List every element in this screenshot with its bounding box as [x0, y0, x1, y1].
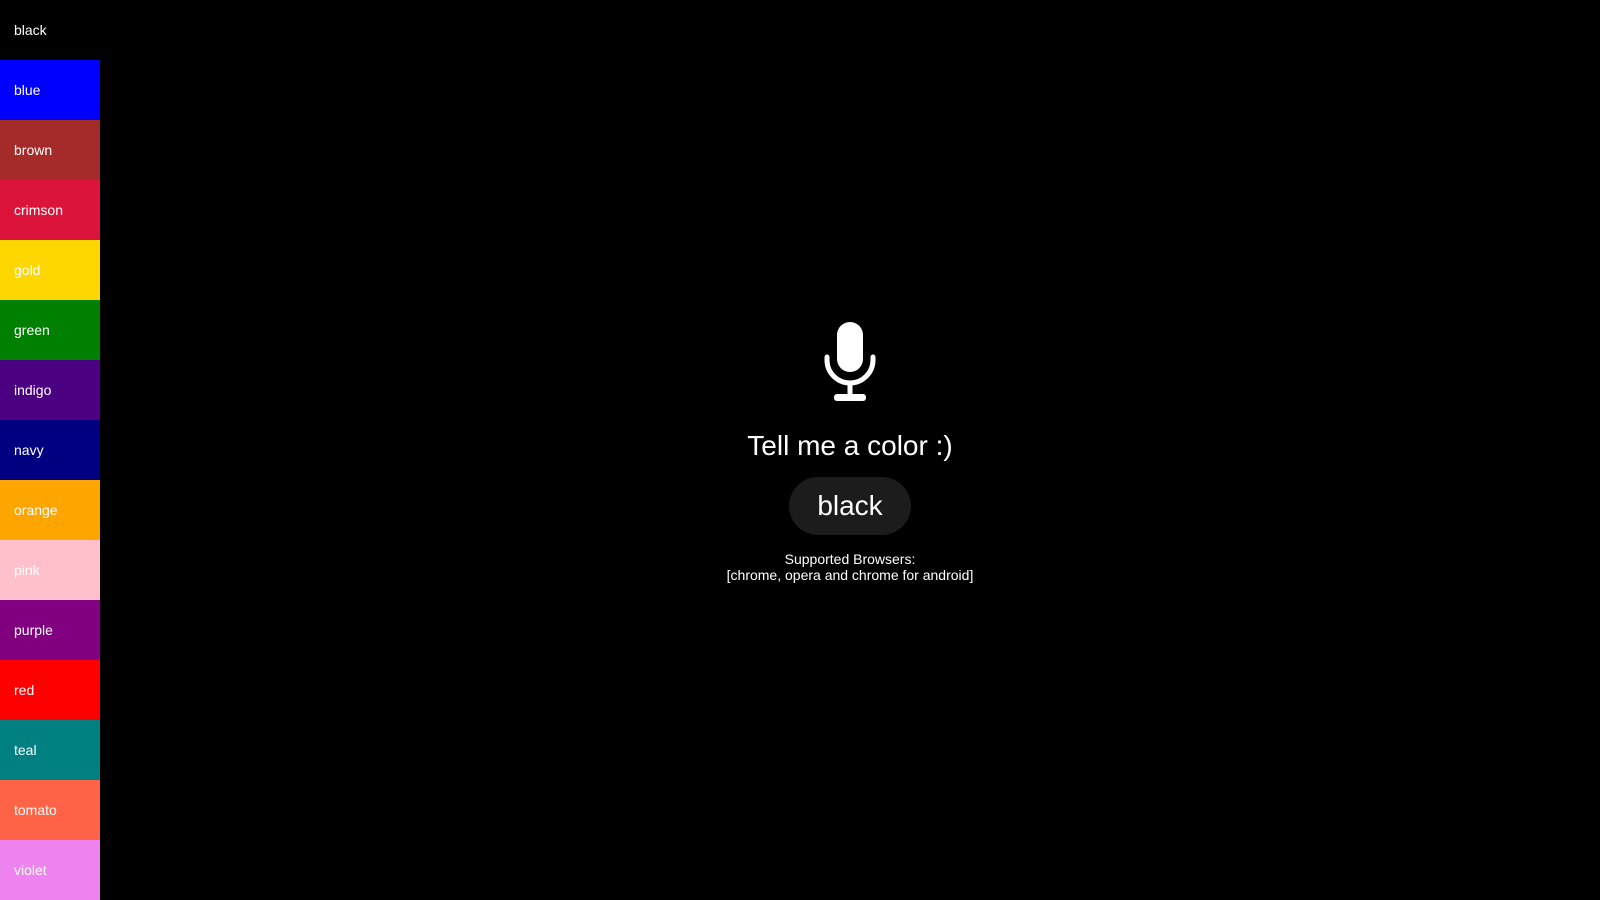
- color-swatch-gold[interactable]: gold: [0, 240, 100, 300]
- color-swatch-crimson[interactable]: crimson: [0, 180, 100, 240]
- swatch-label: red: [14, 682, 35, 698]
- swatch-label: green: [14, 322, 50, 338]
- color-swatch-teal[interactable]: teal: [0, 720, 100, 780]
- swatch-label: indigo: [14, 382, 52, 398]
- color-swatch-pink[interactable]: pink: [0, 540, 100, 600]
- swatch-label: pink: [14, 562, 40, 578]
- swatch-label: teal: [14, 742, 37, 758]
- main-area: Tell me a color :) black Supported Brows…: [100, 0, 1600, 900]
- supported-browsers-label: Supported Browsers:: [784, 551, 916, 567]
- swatch-label: orange: [14, 502, 58, 518]
- swatch-label: violet: [14, 862, 47, 878]
- color-swatch-indigo[interactable]: indigo: [0, 360, 100, 420]
- swatch-label: tomato: [14, 802, 57, 818]
- color-swatch-purple[interactable]: purple: [0, 600, 100, 660]
- prompt-text: Tell me a color :): [747, 430, 953, 461]
- swatch-label: blue: [14, 82, 41, 98]
- swatch-label: crimson: [14, 202, 64, 218]
- color-swatch-blue[interactable]: blue: [0, 60, 100, 120]
- swatch-label: gold: [14, 262, 41, 278]
- recognized-color-display: black: [789, 477, 911, 535]
- color-swatch-violet[interactable]: violet: [0, 840, 100, 900]
- color-swatch-black[interactable]: black: [0, 0, 100, 60]
- swatch-label: navy: [14, 442, 44, 458]
- swatch-label: brown: [14, 142, 53, 158]
- color-sidebar: black blue brown crimson gold green indi…: [0, 0, 100, 900]
- color-swatch-tomato[interactable]: tomato: [0, 780, 100, 840]
- voice-panel: Tell me a color :) black Supported Brows…: [100, 322, 1600, 583]
- color-swatch-red[interactable]: red: [0, 660, 100, 720]
- supported-browsers-note: Supported Browsers: [chrome, opera and c…: [727, 551, 974, 583]
- color-swatch-brown[interactable]: brown: [0, 120, 100, 180]
- swatch-label: black: [14, 22, 47, 38]
- supported-browsers-list: [chrome, opera and chrome for android]: [726, 567, 974, 583]
- color-swatch-orange[interactable]: orange: [0, 480, 100, 540]
- color-swatch-green[interactable]: green: [0, 300, 100, 360]
- color-swatch-navy[interactable]: navy: [0, 420, 100, 480]
- microphone-icon[interactable]: [822, 322, 878, 407]
- swatch-label: purple: [14, 622, 53, 638]
